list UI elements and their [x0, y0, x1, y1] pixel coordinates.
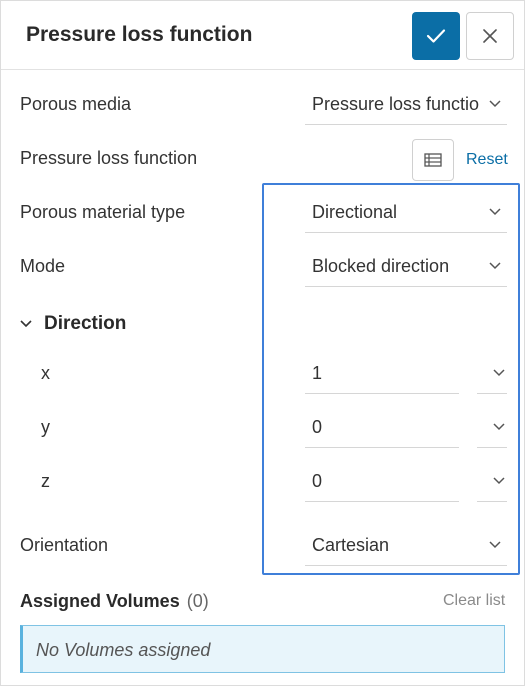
mode-select[interactable]: Blocked direction: [305, 252, 507, 287]
direction-section-toggle[interactable]: Direction: [20, 312, 126, 336]
chevron-down-icon: [489, 100, 501, 108]
porous-material-type-value: Directional: [312, 202, 398, 222]
chevron-down-icon: [493, 423, 505, 431]
check-icon: [426, 29, 446, 43]
pressure-loss-function-label: Pressure loss function: [20, 148, 198, 168]
orientation-value: Cartesian: [312, 535, 390, 555]
chevron-down-icon: [489, 208, 501, 216]
orientation-label: Orientation: [20, 535, 109, 555]
direction-x-input[interactable]: 1: [305, 359, 459, 394]
porous-media-select[interactable]: Pressure loss functio: [305, 90, 507, 125]
direction-x-unit-select[interactable]: [477, 359, 507, 394]
table-icon: [424, 153, 442, 167]
direction-z-label: z: [41, 471, 50, 491]
empty-state-text: No Volumes assigned: [36, 640, 211, 660]
page-title: Pressure loss function: [26, 23, 253, 46]
porous-media-label: Porous media: [20, 94, 132, 114]
chevron-down-icon: [489, 262, 501, 270]
close-button[interactable]: [466, 12, 514, 60]
assigned-volumes-count: (0): [186, 591, 209, 611]
orientation-select[interactable]: Cartesian: [305, 531, 507, 566]
mode-label: Mode: [20, 256, 66, 276]
direction-y-label: y: [41, 417, 50, 437]
clear-list-link[interactable]: Clear list: [443, 592, 505, 610]
porous-material-type-select[interactable]: Directional: [305, 198, 507, 233]
direction-y-value: 0: [312, 417, 323, 437]
chevron-down-icon: [493, 369, 505, 377]
confirm-button[interactable]: [412, 12, 460, 60]
chevron-down-icon: [489, 541, 501, 549]
direction-y-unit-select[interactable]: [477, 413, 507, 448]
chevron-down-icon: [493, 477, 505, 485]
direction-z-input[interactable]: 0: [305, 467, 459, 502]
direction-section-title: Direction: [44, 313, 127, 334]
direction-z-unit-select[interactable]: [477, 467, 507, 502]
panel-header: Pressure loss function: [1, 1, 524, 70]
chevron-down-icon: [20, 320, 32, 328]
properties-panel: Pressure loss function Porous media Pres…: [0, 0, 525, 686]
mode-value: Blocked direction: [312, 256, 450, 276]
direction-z-value: 0: [312, 471, 323, 491]
edit-table-button[interactable]: [412, 139, 454, 181]
assigned-volumes-header: Assigned Volumes (0): [20, 591, 209, 612]
close-icon: [483, 29, 497, 43]
assigned-volumes-title: Assigned Volumes: [20, 591, 180, 611]
assigned-volumes-empty-box[interactable]: No Volumes assigned: [20, 625, 505, 673]
porous-material-type-label: Porous material type: [20, 202, 186, 222]
direction-x-label: x: [41, 363, 50, 383]
direction-x-value: 1: [312, 363, 323, 383]
reset-link[interactable]: Reset: [466, 151, 508, 169]
porous-media-value: Pressure loss functio: [312, 94, 480, 114]
direction-y-input[interactable]: 0: [305, 413, 459, 448]
